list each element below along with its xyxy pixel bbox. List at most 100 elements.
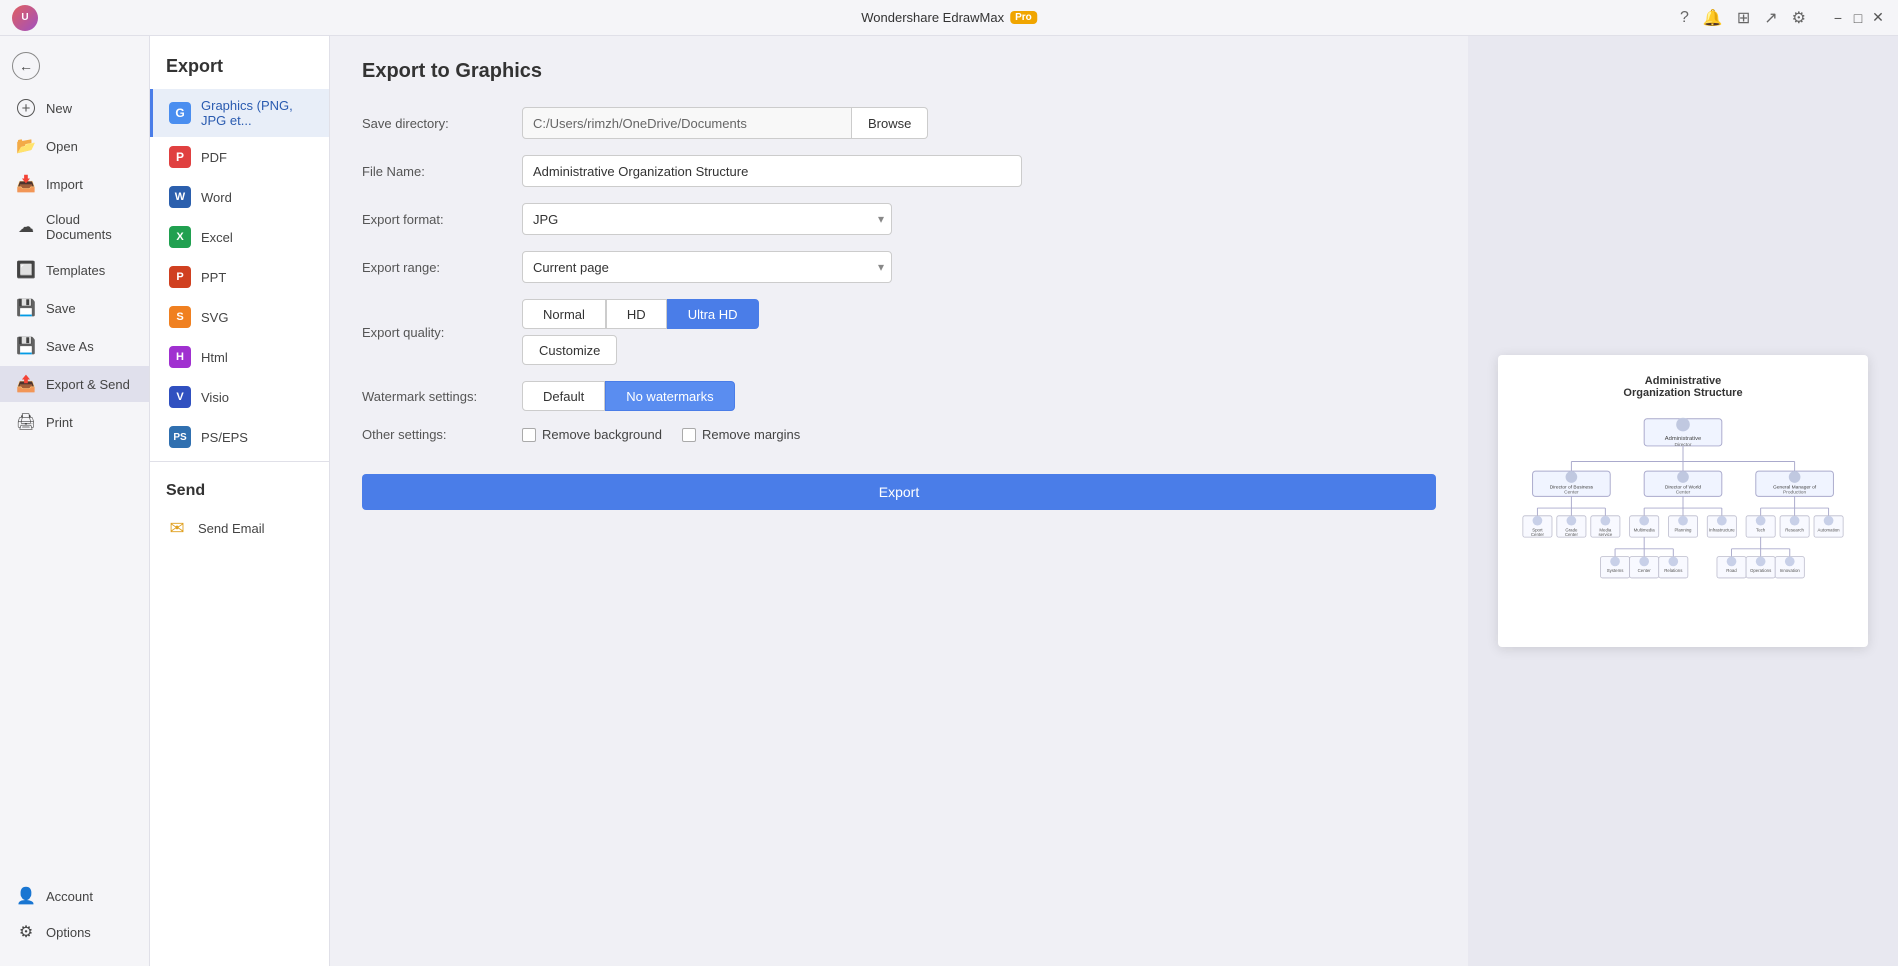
- help-icon[interactable]: ?: [1680, 9, 1689, 27]
- svg-text:Planning: Planning: [1675, 527, 1693, 532]
- quality-normal-button[interactable]: Normal: [522, 299, 606, 329]
- sidebar-item-new[interactable]: + New: [0, 90, 149, 126]
- sidebar-item-open[interactable]: 📂 Open: [0, 128, 149, 164]
- watermark-default-button[interactable]: Default: [522, 381, 605, 411]
- export-format-label: Export format:: [362, 212, 522, 227]
- export-range-label: Export range:: [362, 260, 522, 275]
- notification-icon[interactable]: 🔔: [1703, 8, 1723, 28]
- remove-margins-box: [682, 428, 696, 442]
- back-icon: ←: [12, 52, 40, 80]
- export-range-select[interactable]: Current page All pages Selected area: [522, 251, 892, 283]
- remove-background-checkbox[interactable]: Remove background: [522, 427, 662, 442]
- sidebar-item-templates-label: Templates: [46, 263, 105, 278]
- export-item-word-label: Word: [201, 190, 232, 205]
- sidebar-item-cloud[interactable]: ☁ Cloud Documents: [0, 204, 149, 250]
- other-settings-row: Other settings: Remove background Remove…: [362, 427, 1436, 442]
- app-name: Wondershare EdrawMax: [861, 10, 1004, 25]
- export-item-ppt-label: PPT: [201, 270, 226, 285]
- export-format-control: JPG PNG BMP SVG ▾: [522, 203, 892, 235]
- sidebar-item-templates[interactable]: 🔲 Templates: [0, 252, 149, 288]
- svg-text:Innovation: Innovation: [1780, 568, 1801, 573]
- back-button[interactable]: ←: [0, 44, 149, 88]
- avatar: U: [12, 5, 38, 31]
- svg-text:Tech: Tech: [1756, 527, 1766, 532]
- export-item-excel[interactable]: X Excel: [150, 217, 329, 257]
- sidebar-item-save[interactable]: 💾 Save: [0, 290, 149, 326]
- preview-card: Administrative Organization Structure Ad…: [1498, 355, 1868, 648]
- sidebar-item-import-label: Import: [46, 177, 83, 192]
- export-item-pdf[interactable]: P PDF: [150, 137, 329, 177]
- export-item-ppt[interactable]: P PPT: [150, 257, 329, 297]
- watermark-group: Default No watermarks: [522, 381, 735, 411]
- svg-text:Center: Center: [1531, 532, 1545, 537]
- templates-icon: 🔲: [16, 260, 36, 280]
- export-item-pseps-label: PS/EPS: [201, 430, 248, 445]
- svg-text:Research: Research: [1785, 527, 1804, 532]
- svg-text:Systems: Systems: [1607, 568, 1625, 573]
- browse-button[interactable]: Browse: [852, 107, 928, 139]
- other-settings-group: Remove background Remove margins: [522, 427, 800, 442]
- pdf-icon: P: [169, 146, 191, 168]
- file-name-control: [522, 155, 1022, 187]
- titlebar: U Wondershare EdrawMax Pro ? 🔔 ⊞ ↗ ⚙ − □…: [0, 0, 1898, 36]
- sidebar-item-options[interactable]: ⚙ Options: [0, 914, 149, 950]
- svg-text:Multimedia: Multimedia: [1634, 527, 1656, 532]
- sidebar-item-import[interactable]: 📥 Import: [0, 166, 149, 202]
- svg-text:Automation: Automation: [1818, 527, 1841, 532]
- account-icon: 👤: [16, 886, 36, 906]
- other-settings-label: Other settings:: [362, 427, 522, 442]
- watermark-nowatermarks-button[interactable]: No watermarks: [605, 381, 734, 411]
- send-email-label: Send Email: [198, 521, 264, 536]
- export-quality-label: Export quality:: [362, 325, 522, 340]
- minimize-button[interactable]: −: [1830, 10, 1846, 26]
- remove-background-label: Remove background: [542, 427, 662, 442]
- close-button[interactable]: ✕: [1870, 10, 1886, 26]
- page-title: Export to Graphics: [362, 60, 1436, 83]
- svg-text:Operations: Operations: [1750, 568, 1772, 573]
- save-directory-row: Save directory: Browse: [362, 107, 1436, 139]
- sidebar-item-export[interactable]: 📤 Export & Send: [0, 366, 149, 402]
- svg-text:Production: Production: [1783, 489, 1806, 495]
- export-item-svg[interactable]: S SVG: [150, 297, 329, 337]
- graphics-icon: G: [169, 102, 191, 124]
- sidebar-item-new-label: New: [46, 101, 72, 116]
- export-panel: Export G Graphics (PNG, JPG et... P PDF …: [150, 36, 330, 966]
- new-icon: +: [16, 98, 36, 118]
- svg-text:Center: Center: [1564, 489, 1579, 495]
- export-range-row: Export range: Current page All pages Sel…: [362, 251, 1436, 283]
- save-icon: 💾: [16, 298, 36, 318]
- svg-text:Road: Road: [1726, 568, 1737, 573]
- customize-button[interactable]: Customize: [522, 335, 617, 365]
- titlebar-center: Wondershare EdrawMax Pro: [861, 10, 1037, 25]
- export-button[interactable]: Export: [362, 474, 1436, 510]
- export-item-pseps[interactable]: PS PS/EPS: [150, 417, 329, 457]
- export-quality-row: Export quality: Normal HD Ultra HD Custo…: [362, 299, 1436, 365]
- export-item-html[interactable]: H Html: [150, 337, 329, 377]
- save-directory-input[interactable]: [522, 107, 852, 139]
- share-icon[interactable]: ↗: [1764, 8, 1777, 28]
- maximize-button[interactable]: □: [1850, 10, 1866, 26]
- export-item-word[interactable]: W Word: [150, 177, 329, 217]
- sidebar-item-account[interactable]: 👤 Account: [0, 878, 149, 914]
- cloud-icon: ☁: [16, 217, 36, 237]
- sidebar-item-saveas[interactable]: 💾 Save As: [0, 328, 149, 364]
- sidebar-item-print[interactable]: 🖨 Print: [0, 404, 149, 440]
- svg-icon: S: [169, 306, 191, 328]
- save-directory-label: Save directory:: [362, 116, 522, 131]
- export-item-excel-label: Excel: [201, 230, 233, 245]
- quality-hd-button[interactable]: HD: [606, 299, 667, 329]
- apps-icon[interactable]: ⊞: [1737, 8, 1750, 28]
- export-item-visio[interactable]: V Visio: [150, 377, 329, 417]
- send-email-item[interactable]: ✉ Send Email: [150, 508, 329, 548]
- quality-ultrahd-button[interactable]: Ultra HD: [667, 299, 759, 329]
- export-item-svg-label: SVG: [201, 310, 228, 325]
- export-item-graphics[interactable]: G Graphics (PNG, JPG et...: [150, 89, 329, 137]
- excel-icon: X: [169, 226, 191, 248]
- preview-panel: Administrative Organization Structure Ad…: [1468, 36, 1898, 966]
- export-format-select[interactable]: JPG PNG BMP SVG: [522, 203, 892, 235]
- remove-margins-checkbox[interactable]: Remove margins: [682, 427, 800, 442]
- html-icon: H: [169, 346, 191, 368]
- file-name-input[interactable]: [522, 155, 1022, 187]
- settings-icon[interactable]: ⚙: [1792, 8, 1806, 28]
- sidebar-item-account-label: Account: [46, 889, 93, 904]
